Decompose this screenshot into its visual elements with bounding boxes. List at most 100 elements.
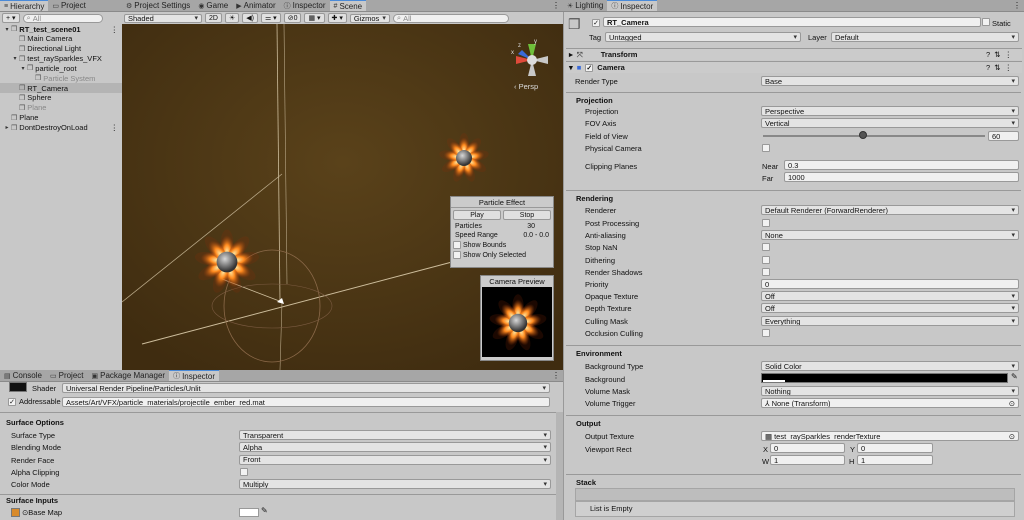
viewport-h-field[interactable]: 1	[857, 455, 933, 465]
grid-toggle-icon[interactable]: ▦ ▾	[304, 13, 325, 23]
active-checkbox[interactable]	[592, 19, 600, 27]
near-field[interactable]: 0.3	[784, 160, 1019, 170]
hierarchy-search[interactable]: ⌕ All	[22, 13, 103, 23]
hierarchy-item[interactable]: ❒ RT_Camera	[0, 83, 122, 94]
surface-option-dropdown[interactable]: Multiply	[239, 479, 551, 490]
surface-inputs-header[interactable]: Surface Inputs	[6, 496, 58, 505]
perspective-label[interactable]: ‹ Persp	[514, 82, 538, 91]
stop-button[interactable]: Stop	[503, 210, 551, 220]
object-name-field[interactable]: RT_Camera	[603, 17, 981, 27]
material-scrollbar[interactable]	[556, 412, 563, 520]
lighting-toggle-icon[interactable]: ☀	[224, 13, 240, 23]
eyedropper-icon[interactable]: ✎	[1011, 372, 1018, 381]
priority-field[interactable]: 0	[761, 279, 1019, 289]
tab-animator[interactable]: ▶ Animator	[232, 0, 279, 11]
camera-component-header[interactable]: ▾■Camera ?⇅⋮	[566, 61, 1022, 73]
expand-arrow-icon[interactable]: ▸	[3, 124, 11, 131]
kebab-menu-icon[interactable]: ⋮	[111, 25, 119, 34]
effects-toggle-icon[interactable]: ⚌ ▾	[260, 13, 281, 23]
hierarchy-item[interactable]: ❒ Directional Light	[0, 44, 122, 54]
volmask-dropdown[interactable]: Nothing	[761, 386, 1019, 396]
surface-option-dropdown[interactable]: Front	[239, 454, 551, 465]
component-menu-icons[interactable]: ?⇅⋮	[986, 63, 1016, 72]
depth-dropdown[interactable]: Off	[761, 303, 1019, 313]
alpha-clipping-checkbox[interactable]	[240, 467, 248, 476]
renderer-dropdown[interactable]: Default Renderer (ForwardRenderer)	[761, 205, 1019, 215]
surface-options-header[interactable]: Surface Options	[6, 418, 64, 427]
kebab-menu-icon[interactable]: ⋮	[1013, 1, 1021, 10]
audio-toggle-icon[interactable]: ◀)	[242, 13, 258, 23]
component-menu-icons[interactable]: ?⇅⋮	[986, 50, 1016, 59]
show-only-selected-checkbox[interactable]	[453, 251, 461, 259]
gizmos-dropdown[interactable]: Gizmos	[349, 13, 390, 23]
tab-scene[interactable]: # Scene	[329, 0, 367, 11]
fov-slider-track[interactable]	[763, 135, 985, 137]
hierarchy-item[interactable]: ❒ Plane	[0, 103, 122, 113]
addressable-checkbox[interactable]	[8, 397, 16, 406]
projection-header[interactable]: Projection	[576, 96, 613, 105]
fov-value-field[interactable]: 60	[988, 131, 1019, 141]
kebab-menu-icon[interactable]: ⋮	[552, 1, 560, 10]
static-checkbox[interactable]	[982, 18, 990, 26]
tab-inspector[interactable]: ⓘ Inspector	[280, 0, 330, 11]
scene-view[interactable]: y x z ‹ Persp Particle Effect Play Stop …	[122, 24, 563, 370]
opaque-dropdown[interactable]: Off	[761, 291, 1019, 301]
shader-dropdown[interactable]: Universal Render Pipeline/Particles/Unli…	[62, 383, 550, 393]
kebab-menu-icon[interactable]: ⋮	[552, 371, 560, 380]
render_type-dropdown[interactable]: Base	[761, 76, 1019, 86]
create-button[interactable]: + ▾	[2, 13, 20, 23]
viewport-w-field[interactable]: 1	[770, 455, 845, 465]
viewport-x-field[interactable]: 0	[770, 443, 845, 453]
kebab-menu-icon[interactable]: ⋮	[111, 123, 119, 132]
show-bounds-checkbox[interactable]	[453, 241, 461, 249]
occlusion-checkbox[interactable]	[762, 329, 770, 337]
fov_axis-dropdown[interactable]: Vertical	[761, 118, 1019, 128]
bgtype-dropdown[interactable]: Solid Color	[761, 361, 1019, 371]
viewport-y-field[interactable]: 0	[857, 443, 933, 453]
tab-project-settings[interactable]: ⚙ Project Settings	[122, 0, 194, 11]
orientation-gizmo[interactable]: y x z	[510, 38, 554, 82]
tab-hierarchy[interactable]: ≡ Hierarchy	[0, 0, 49, 11]
scene-search[interactable]: ⌕ All	[392, 13, 509, 23]
surface-option-dropdown[interactable]: Alpha	[239, 442, 551, 453]
environment-header[interactable]: Environment	[576, 349, 622, 358]
shadows-checkbox[interactable]	[762, 268, 770, 276]
tools-icon[interactable]: ✚ ▾	[327, 13, 347, 23]
tab-inspector[interactable]: ⓘ Inspector	[607, 0, 658, 11]
physical-checkbox[interactable]	[762, 144, 770, 152]
2d-toggle[interactable]: 2D	[205, 13, 222, 23]
addressable-path-field[interactable]: Assets/Art/VFX/particle_materials/projec…	[62, 397, 550, 407]
camera-enabled-checkbox[interactable]	[585, 63, 594, 72]
aa-dropdown[interactable]: None	[761, 230, 1019, 240]
layer-dropdown[interactable]: Default	[831, 32, 1019, 42]
rendering-header[interactable]: Rendering	[576, 194, 613, 203]
hierarchy-item[interactable]: ▾ ❒ particle_root	[0, 63, 122, 73]
tab-inspector[interactable]: ⓘ Inspector	[169, 370, 219, 381]
expand-arrow-icon[interactable]: ▾	[19, 65, 27, 72]
base-map-color[interactable]	[239, 508, 259, 517]
shading-mode-dropdown[interactable]: Shaded	[124, 13, 202, 23]
outtex-field[interactable]: ▦ test_raySparkles_renderTexture ⊙	[761, 431, 1019, 441]
expand-arrow-icon[interactable]: ▾	[3, 26, 11, 33]
projection-dropdown[interactable]: Perspective	[761, 106, 1019, 116]
tab-game[interactable]: ◉ Game	[194, 0, 232, 11]
far-field[interactable]: 1000	[784, 172, 1019, 182]
stopnan-checkbox[interactable]	[762, 243, 770, 251]
hierarchy-item[interactable]: ❒ Particle System	[0, 73, 122, 83]
surface-option-dropdown[interactable]: Transparent	[239, 430, 551, 440]
expand-arrow-icon[interactable]: ▾	[11, 55, 19, 62]
voltrig-field[interactable]: ⅄ None (Transform) ⊙	[761, 398, 1019, 408]
hierarchy-item[interactable]: ▾ ❒ RT_test_scene01 ⋮	[0, 24, 122, 34]
eyedropper-icon[interactable]: ✎	[261, 506, 268, 515]
tab-project[interactable]: ▭ Project	[46, 370, 88, 381]
tab-package-manager[interactable]: ▣ Package Manager	[88, 370, 170, 381]
tab-lighting[interactable]: ☀ Lighting	[563, 0, 607, 11]
post-checkbox[interactable]	[762, 219, 770, 227]
hierarchy-item[interactable]: ❒ Plane	[0, 113, 122, 123]
transform-component-header[interactable]: ▸ ⤧ Transform ?⇅⋮	[566, 48, 1022, 60]
hierarchy-item[interactable]: ❒ Main Camera	[0, 34, 122, 44]
hierarchy-item[interactable]: ❒ Sphere	[0, 93, 122, 103]
object-picker-icon[interactable]: ⊙	[1009, 432, 1015, 440]
hidden-objects-icon[interactable]: ⊘ 0	[283, 13, 302, 23]
background-color-swatch[interactable]	[761, 373, 1008, 383]
